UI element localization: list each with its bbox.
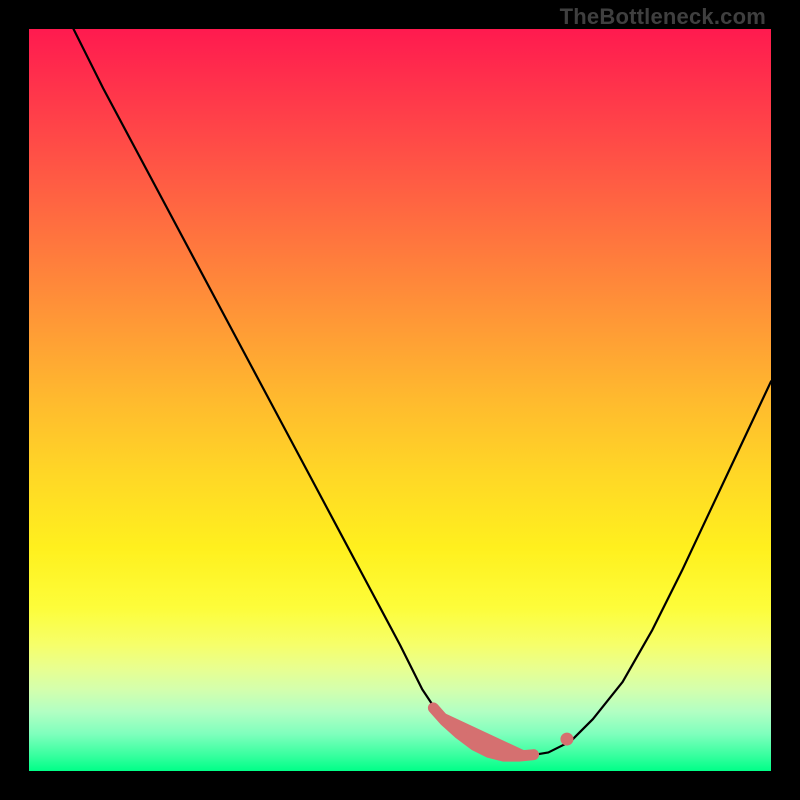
chart-svg xyxy=(29,29,771,771)
bottom-dots-segment xyxy=(433,708,533,756)
watermark-text: TheBottleneck.com xyxy=(560,4,766,30)
chart-frame: TheBottleneck.com xyxy=(0,0,800,800)
bottom-dot-outlier xyxy=(560,733,573,746)
bottleneck-curve xyxy=(74,29,771,756)
chart-plot-area xyxy=(29,29,771,771)
